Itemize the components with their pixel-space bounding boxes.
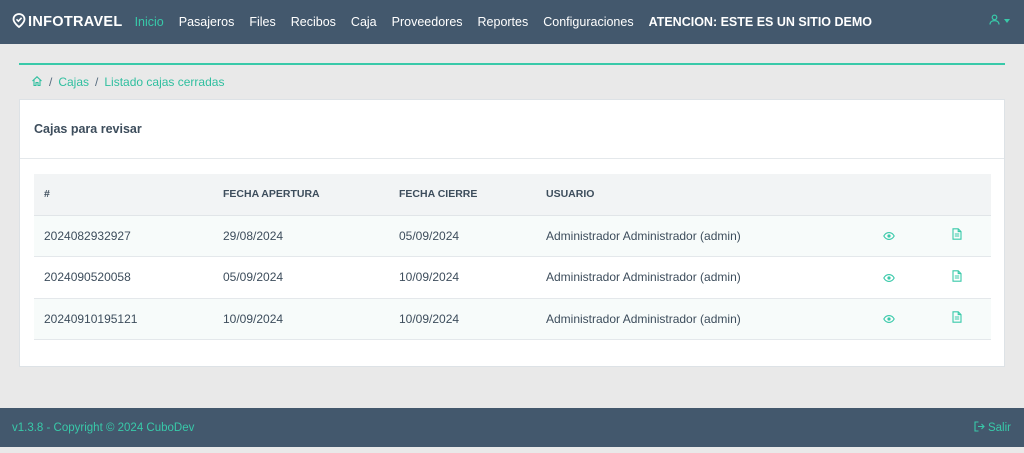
nav-item-pasajeros[interactable]: Pasajeros (179, 15, 235, 29)
table-row: 2024082932927 29/08/2024 05/09/2024 Admi… (34, 215, 991, 257)
chevron-down-icon (1004, 19, 1010, 23)
nav-item-caja[interactable]: Caja (351, 15, 377, 29)
logout-label: Salir (987, 422, 1011, 434)
eye-icon[interactable] (883, 229, 895, 243)
logout-link[interactable]: Salir (974, 421, 1011, 435)
cell-id: 2024082932927 (44, 228, 131, 243)
cajas-table: # FECHA APERTURA FECHA CIERRE USUARIO 20… (34, 174, 991, 340)
card-title: Cajas para revisar (20, 100, 1004, 159)
brand-logo[interactable]: INFOTRAVEL (12, 12, 123, 32)
nav-item-recibos[interactable]: Recibos (291, 15, 336, 29)
cell-view (855, 298, 923, 340)
breadcrumb-item-current[interactable]: Listado cajas cerradas (104, 75, 224, 89)
column-header-fecha-cierre: FECHA CIERRE (389, 174, 536, 216)
cajas-card: Cajas para revisar # FECHA APERTURA FECH… (19, 99, 1005, 367)
nav-item-reportes[interactable]: Reportes (478, 15, 529, 29)
document-icon[interactable] (952, 228, 962, 243)
demo-notice: ATENCION: ESTE ES UN SITIO DEMO (648, 15, 872, 29)
home-icon[interactable] (31, 75, 43, 90)
brand-name: INFOTRAVEL (28, 14, 123, 30)
cell-fecha-apertura: 10/09/2024 (223, 311, 284, 326)
nav-item-configuraciones[interactable]: Configuraciones (543, 15, 633, 29)
document-icon[interactable] (952, 270, 962, 285)
cell-report (923, 215, 991, 257)
column-header-actions (855, 174, 923, 216)
breadcrumb: / Cajas / Listado cajas cerradas (19, 63, 1005, 99)
cell-report (923, 257, 991, 299)
cell-usuario: Administrador Administrador (admin) (546, 270, 741, 285)
nav-item-files[interactable]: Files (249, 15, 275, 29)
cell-usuario: Administrador Administrador (admin) (546, 311, 741, 326)
table-row: 2024090520058 05/09/2024 10/09/2024 Admi… (34, 256, 991, 299)
cell-fecha-apertura: 05/09/2024 (223, 270, 284, 285)
eye-icon[interactable] (883, 312, 895, 326)
cell-id: 2024090520058 (44, 270, 131, 285)
location-pin-check-icon (12, 12, 28, 32)
cell-fecha-cierre: 10/09/2024 (399, 311, 460, 326)
copyright-text: v1.3.8 - Copyright © 2024 CuboDev (12, 421, 195, 434)
breadcrumb-item-cajas[interactable]: Cajas (58, 75, 89, 89)
footer: v1.3.8 - Copyright © 2024 CuboDev Salir (0, 408, 1024, 447)
cell-fecha-cierre: 10/09/2024 (399, 270, 460, 285)
user-menu-toggle[interactable] (989, 14, 1010, 28)
column-header-id: # (34, 174, 213, 216)
nav-item-inicio[interactable]: Inicio (135, 15, 164, 29)
top-navbar: INFOTRAVEL Inicio Pasajeros Files Recibo… (0, 0, 1024, 44)
table-header-row: # FECHA APERTURA FECHA CIERRE USUARIO (34, 174, 991, 216)
logout-icon (974, 421, 988, 435)
cell-usuario: Administrador Administrador (admin) (546, 228, 741, 243)
eye-icon[interactable] (883, 271, 895, 285)
cell-fecha-cierre: 05/09/2024 (399, 228, 460, 243)
breadcrumb-separator: / (95, 75, 99, 89)
user-icon (989, 14, 1000, 28)
table-row: 20240910195121 10/09/2024 10/09/2024 Adm… (34, 298, 991, 340)
main-nav: Inicio Pasajeros Files Recibos Caja Prov… (135, 15, 872, 29)
cell-view (855, 257, 923, 299)
column-header-usuario: USUARIO (536, 174, 855, 216)
cell-view (855, 215, 923, 257)
document-icon[interactable] (952, 311, 962, 326)
cell-fecha-apertura: 29/08/2024 (223, 228, 284, 243)
column-header-fecha-apertura: FECHA APERTURA (213, 174, 389, 216)
breadcrumb-separator: / (49, 75, 53, 89)
column-header-actions (923, 174, 991, 216)
cell-id: 20240910195121 (44, 311, 138, 326)
nav-item-proveedores[interactable]: Proveedores (392, 15, 463, 29)
cell-report (923, 298, 991, 340)
